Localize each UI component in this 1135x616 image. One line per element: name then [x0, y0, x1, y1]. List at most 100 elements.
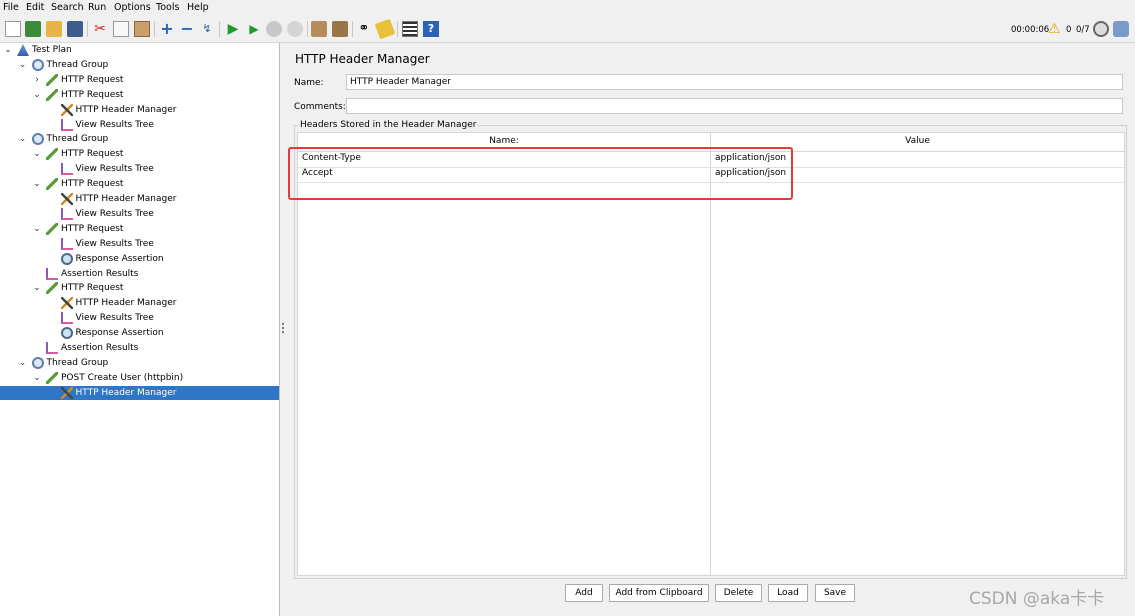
chevron-down-icon[interactable]: ⌄	[32, 222, 42, 236]
tree-node-label: Response Assertion	[75, 328, 164, 339]
tree-node[interactable]: ⌄ HTTP Request	[0, 147, 279, 161]
chevron-down-icon[interactable]: ⌄	[18, 132, 28, 146]
remote-status-icon[interactable]	[1093, 21, 1109, 37]
help-icon[interactable]: ?	[423, 21, 439, 37]
broom-icon[interactable]	[374, 18, 396, 40]
tree-node[interactable]: Assertion Results	[0, 341, 279, 355]
paste-icon[interactable]	[134, 21, 150, 37]
load-button[interactable]: Load	[768, 584, 808, 602]
chevron-down-icon[interactable]: ⌄	[32, 177, 42, 191]
tree-node-label: HTTP Header Manager	[75, 194, 177, 204]
tree-node[interactable]: View Results Tree	[0, 118, 279, 132]
name-field[interactable]: HTTP Header Manager	[346, 74, 1123, 90]
tree-node[interactable]: Response Assertion	[0, 252, 279, 266]
tree-node-label: HTTP Request	[61, 179, 124, 190]
tree-node[interactable]: Response Assertion	[0, 326, 279, 340]
sampler-icon	[46, 73, 58, 86]
start-icon[interactable]: ▶	[225, 21, 241, 37]
toolbar-separator	[219, 21, 220, 37]
menu-tools[interactable]: Tools	[156, 2, 179, 13]
menu-edit[interactable]: Edit	[26, 2, 44, 13]
splitter-grip[interactable]	[282, 323, 284, 335]
add-from-clipboard-button[interactable]: Add from Clipboard	[609, 584, 709, 602]
chevron-down-icon[interactable]: ⌄	[32, 281, 42, 295]
tree-node[interactable]: ⌄ Thread Group	[0, 58, 279, 72]
tree-node-label: HTTP Header Manager	[75, 387, 177, 398]
new-icon[interactable]	[5, 21, 21, 37]
tree-node-label: View Results Tree	[75, 313, 154, 324]
copy-icon[interactable]	[113, 21, 129, 37]
start-no-pauses-icon[interactable]: ▶	[246, 21, 262, 37]
save-button[interactable]: Save	[815, 584, 855, 602]
toolbar-separator	[352, 21, 353, 37]
chevron-down-icon[interactable]: ⌄	[32, 371, 42, 385]
name-label: Name:	[294, 78, 324, 88]
sampler-icon	[46, 282, 58, 295]
chevron-right-icon[interactable]: ›	[32, 73, 42, 87]
sampler-icon	[46, 88, 58, 101]
tree-node[interactable]: ⌄ HTTP Request	[0, 222, 279, 236]
tree-node[interactable]: HTTP Header Manager	[0, 192, 279, 206]
tree-node[interactable]: View Results Tree	[0, 311, 279, 325]
toggle-icon[interactable]: ↯	[199, 21, 215, 37]
tree-node-label: Assertion Results	[61, 343, 139, 353]
tree-node[interactable]: ⌄ HTTP Request	[0, 177, 279, 191]
delete-button[interactable]: Delete	[715, 584, 762, 602]
warning-icon[interactable]: ⚠	[1048, 22, 1064, 38]
add-button[interactable]: Add	[565, 584, 603, 602]
watermark: CSDN @aka卡卡	[969, 589, 1105, 609]
menu-options[interactable]: Options	[114, 2, 151, 13]
tree-node[interactable]: ⌄ Test Plan	[0, 43, 279, 57]
binoculars-icon[interactable]: ⚭	[356, 21, 372, 37]
listener-icon	[46, 342, 58, 354]
tree-node[interactable]: ⌄ Thread Group	[0, 356, 279, 370]
tree-node[interactable]: View Results Tree	[0, 237, 279, 251]
cut-icon[interactable]: ✂	[92, 21, 108, 37]
templates-icon[interactable]	[25, 21, 41, 37]
tree-node-label: POST Create User (httpbin)	[61, 372, 184, 383]
open-icon[interactable]	[46, 21, 62, 37]
collapse-icon[interactable]: −	[179, 21, 195, 37]
menu-help[interactable]: Help	[187, 2, 209, 13]
tree-node[interactable]: HTTP Header Manager	[0, 385, 279, 400]
column-header-value[interactable]: Value	[711, 136, 1124, 146]
tree-node[interactable]: HTTP Header Manager	[0, 296, 279, 310]
menu-file[interactable]: File	[3, 2, 19, 13]
log-icon[interactable]	[1113, 21, 1129, 37]
chevron-down-icon[interactable]: ⌄	[18, 58, 28, 72]
listener-icon	[60, 312, 73, 325]
tree-node-label: HTTP Request	[61, 74, 124, 85]
sampler-icon	[46, 222, 58, 235]
expand-icon[interactable]: +	[159, 21, 175, 37]
toolbar: ✂ + − ↯ ▶ ▶ ⚭ ? 00:00:06 ⚠ 0 0/7	[0, 16, 1135, 43]
chevron-down-icon[interactable]: ⌄	[32, 147, 42, 161]
tree-node[interactable]: Assertion Results	[0, 267, 279, 281]
stop-icon[interactable]	[266, 21, 282, 37]
tree-node[interactable]: View Results Tree	[0, 162, 279, 176]
tree-node[interactable]: ⌄ HTTP Request	[0, 281, 279, 295]
column-header-name[interactable]: Name:	[298, 136, 710, 146]
chevron-down-icon[interactable]: ⌄	[32, 88, 42, 102]
tree-node-label: View Results Tree	[75, 208, 154, 219]
tree-node[interactable]: ⌄ POST Create User (httpbin)	[0, 371, 279, 385]
warning-count: 0	[1066, 25, 1072, 35]
clear-icon[interactable]	[311, 21, 327, 37]
save-icon[interactable]	[67, 21, 83, 37]
tree-node[interactable]: › HTTP Request	[0, 73, 279, 87]
tree-node[interactable]: View Results Tree	[0, 207, 279, 221]
menu-search[interactable]: Search	[51, 2, 84, 13]
tree-node[interactable]: ⌄ HTTP Request	[0, 88, 279, 102]
chevron-down-icon[interactable]: ⌄	[18, 356, 28, 370]
tree-node-label: View Results Tree	[75, 119, 154, 130]
tree-node-label: View Results Tree	[75, 164, 154, 175]
tree-node-label: Thread Group	[46, 134, 109, 145]
chevron-down-icon[interactable]: ⌄	[3, 43, 13, 57]
header-manager-panel: HTTP Header Manager Name: HTTP Header Ma…	[286, 43, 1135, 616]
function-helper-icon[interactable]	[402, 21, 418, 37]
tree-node[interactable]: ⌄ Thread Group	[0, 132, 279, 146]
tree-node[interactable]: HTTP Header Manager	[0, 103, 279, 117]
comments-field[interactable]	[346, 98, 1123, 114]
clear-all-icon[interactable]	[332, 21, 348, 37]
menu-run[interactable]: Run	[88, 2, 106, 13]
shutdown-icon[interactable]	[287, 21, 303, 37]
